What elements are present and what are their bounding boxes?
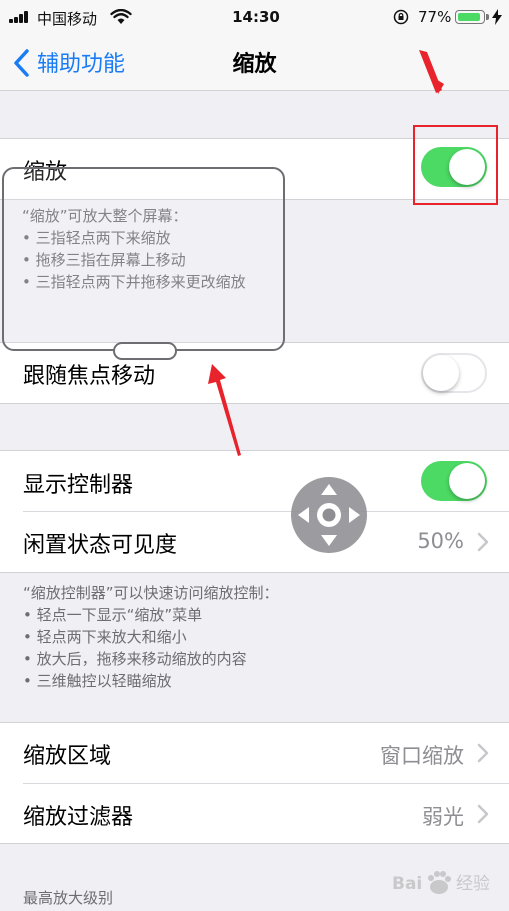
zoom-controller-icon[interactable] [290,476,368,554]
max-zoom-section-header: 最高放大级别 [23,889,114,907]
follow-focus-label: 跟随焦点移动 [23,364,156,389]
controller-footer: “缩放控制器”可以快速访问缩放控制： • 轻点一下显示“缩放”菜单 • 轻点两下… [23,582,279,692]
annotation-highlight-box [413,125,498,205]
status-time: 14:30 [232,8,280,26]
controller-footer-title: “缩放控制器”可以快速访问缩放控制： [23,584,279,602]
zoom-region-label: 缩放区域 [23,744,112,769]
chevron-right-icon [477,743,489,763]
chevron-right-icon [477,804,489,824]
battery-percentage: 77% [418,8,452,26]
carrier-name: 中国移动 [37,10,98,28]
zoom-window-resize-handle[interactable] [113,342,177,360]
controller-footer-item: • 轻点一下显示“缩放”菜单 [23,606,203,624]
watermark-suffix: 经验 [456,874,490,894]
controller-footer-item: • 三维触控以轻瞄缩放 [23,672,172,690]
charging-bolt-icon [492,9,502,25]
battery-icon [455,10,489,24]
chevron-right-icon [477,532,489,552]
signal-strength-icon [9,11,31,23]
zoom-window-frame[interactable] [2,167,285,351]
watermark-brand: Bai [392,874,422,894]
idle-visibility-value: 50% [417,529,464,553]
controller-footer-item: • 轻点两下来放大和缩小 [23,628,187,646]
controller-footer-item: • 放大后，拖移来移动缩放的内容 [23,650,247,668]
show-controller-label: 显示控制器 [23,473,134,498]
zoom-region-value: 窗口缩放 [380,744,464,768]
group-bottom-border [0,843,509,844]
idle-visibility-label: 闲置状态可见度 [23,533,178,558]
follow-focus-toggle[interactable] [421,353,487,393]
wifi-icon [110,9,132,24]
rotation-lock-icon [393,9,409,25]
show-controller-toggle[interactable] [421,461,487,501]
zoom-filter-label: 缩放过滤器 [23,805,134,830]
page-title: 缩放 [232,52,277,77]
group-bottom-border [0,572,509,573]
baidu-watermark-logo: Bai 经验 [392,871,490,894]
zoom-filter-value: 弱光 [422,805,464,829]
group-bottom-border [0,403,509,404]
